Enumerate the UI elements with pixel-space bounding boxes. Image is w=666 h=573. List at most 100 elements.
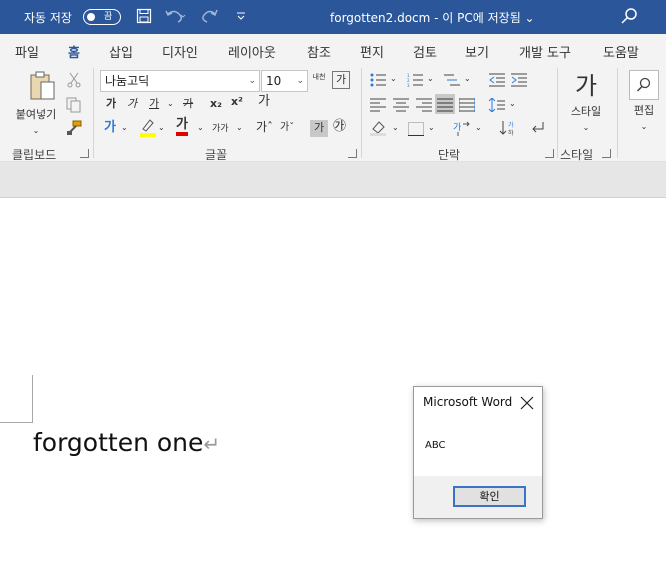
chevron-down-icon[interactable]: ⌄ [392,120,399,136]
autosave-label: 자동 저장 [24,11,72,25]
tab-view[interactable]: 보기 [465,42,489,61]
justify-icon[interactable] [435,94,455,114]
document-body-text[interactable]: forgotten one↵ [33,428,220,457]
tab-design[interactable]: 디자인 [162,42,198,61]
font-name-combo[interactable]: 나눔고딕 ⌄ [100,70,260,92]
chevron-down-icon[interactable]: ⌄ [390,71,397,87]
shading-icon[interactable] [370,120,386,136]
bullets-icon[interactable] [370,72,386,87]
tab-layout[interactable]: 레이아웃 [228,42,276,61]
bold-button[interactable]: 가 [106,96,116,112]
text-effects-button[interactable]: 가 [104,120,116,136]
paste-icon [30,71,54,100]
chevron-down-icon[interactable]: ⌄ [236,120,243,136]
paste-button[interactable]: 붙여넣기 ⌄ [8,70,64,140]
highlight-button[interactable] [139,117,157,142]
enclose-chars-button[interactable]: ㉮ [333,119,346,135]
change-case-button[interactable]: 가가 [212,121,229,137]
tab-references[interactable]: 참조 [307,42,331,61]
clipboard-group-label: 클립보드 [12,148,57,162]
asian-layout-icon[interactable]: 가 [453,120,470,136]
superscript-button[interactable]: x² [231,94,243,110]
borders-icon[interactable] [408,121,424,136]
styles-glyph: 가 [574,72,598,100]
styles-launcher-icon[interactable] [602,149,611,158]
editing-button[interactable]: 편집 ⌄ [625,68,663,140]
dialog-title: Microsoft Word [423,395,513,409]
tab-home[interactable]: 홈 [68,42,80,67]
show-marks-icon[interactable] [529,120,545,134]
numbering-icon[interactable]: 123 [407,72,423,88]
close-icon[interactable] [520,395,534,410]
tab-developer[interactable]: 개발 도구 [519,42,571,61]
sort-icon[interactable]: 가하 [499,120,515,137]
tab-review[interactable]: 검토 [413,42,437,61]
char-border-button[interactable]: 가 [332,71,350,89]
message-dialog: Microsoft Word ABC 확인 [413,386,543,519]
decrease-indent-icon[interactable] [489,72,505,87]
multilevel-list-icon[interactable] [444,72,460,86]
chevron-down-icon[interactable]: ⌄ [158,120,165,136]
document-title: forgotten2.docm - 이 PC에 저장됨 ⌄ [330,11,535,25]
chevron-down-icon[interactable]: ⌄ [464,71,471,87]
format-painter-icon[interactable] [66,120,82,135]
subscript-button[interactable]: x₂ [210,96,222,112]
font-launcher-icon[interactable] [348,149,357,158]
grow-font-button[interactable]: 가ˆ [256,119,273,135]
document-canvas[interactable] [0,198,666,573]
tab-insert[interactable]: 삽입 [109,42,133,61]
ok-button[interactable]: 확인 [453,486,526,507]
copy-icon[interactable] [66,97,82,113]
chevron-down-icon[interactable]: ⌄ [197,120,204,136]
tab-mailings[interactable]: 편지 [360,42,384,61]
underline-button[interactable]: 가 [149,96,159,112]
italic-button[interactable]: 가 [127,96,137,112]
customize-qat-icon[interactable] [236,8,246,31]
tab-help[interactable]: 도움말 [603,42,639,61]
ruler-band [0,162,666,198]
tab-file[interactable]: 파일 [15,42,39,61]
search-icon[interactable] [620,7,638,25]
toggle-knob [87,13,95,21]
phonetic-guide-button[interactable]: 내천 [311,69,327,85]
paste-label: 붙여넣기 [15,108,57,121]
shrink-font-button[interactable]: 가ˇ [280,120,294,136]
font-name-value: 나눔고딕 [105,74,150,88]
chevron-down-icon: ⌄ [248,76,256,86]
chevron-down-icon[interactable]: ⌄ [509,96,516,112]
svg-text:가: 가 [508,121,514,129]
styles-button[interactable]: 가 스타일 ⌄ [562,68,610,140]
editing-label: 편집 [633,104,655,117]
ribbon: 붙여넣기 ⌄ 클립보드 나눔고딕 ⌄ 10 ⌄ 내천 가 가 가 가 ⌄ 가 x… [0,64,666,162]
document-text: forgotten one [33,428,204,457]
margin-corner-mark [32,375,33,423]
align-left-icon[interactable] [370,97,386,112]
strikethrough-button[interactable]: 가 [183,96,193,112]
line-spacing-icon[interactable] [488,97,505,113]
font-size-value: 10 [266,74,282,88]
increase-indent-icon[interactable] [511,72,527,87]
chevron-down-icon[interactable]: ⌄ [167,96,174,112]
chevron-down-icon[interactable]: ⌄ [475,120,482,136]
chevron-down-icon[interactable]: ⌄ [427,71,434,87]
font-color-button[interactable]: 가 [176,117,188,136]
paragraph-launcher-icon[interactable] [545,149,554,158]
align-center-icon[interactable] [393,97,409,112]
chevron-down-icon[interactable]: ⌄ [428,120,435,136]
styles-group-label: 스타일 [560,148,594,162]
save-icon[interactable] [136,8,152,28]
cut-icon[interactable] [66,72,82,88]
distributed-icon[interactable] [458,97,476,112]
redo-icon[interactable] [202,8,220,28]
font-size-combo[interactable]: 10 ⌄ [261,70,308,92]
undo-icon[interactable] [164,8,186,28]
chevron-down-icon[interactable]: ⌄ [121,120,128,136]
char-shading-button[interactable]: 가 [310,120,328,137]
find-icon [629,70,659,100]
autosave-toggle[interactable]: 끔 [83,9,121,25]
align-right-icon[interactable] [416,97,432,112]
svg-text:3: 3 [407,83,410,87]
clipboard-launcher-icon[interactable] [80,149,89,158]
title-bar: 자동 저장 끔 forgotten2.docm - 이 PC에 저장됨 ⌄ [0,0,666,34]
clear-formatting-button[interactable]: 가 [258,94,270,110]
